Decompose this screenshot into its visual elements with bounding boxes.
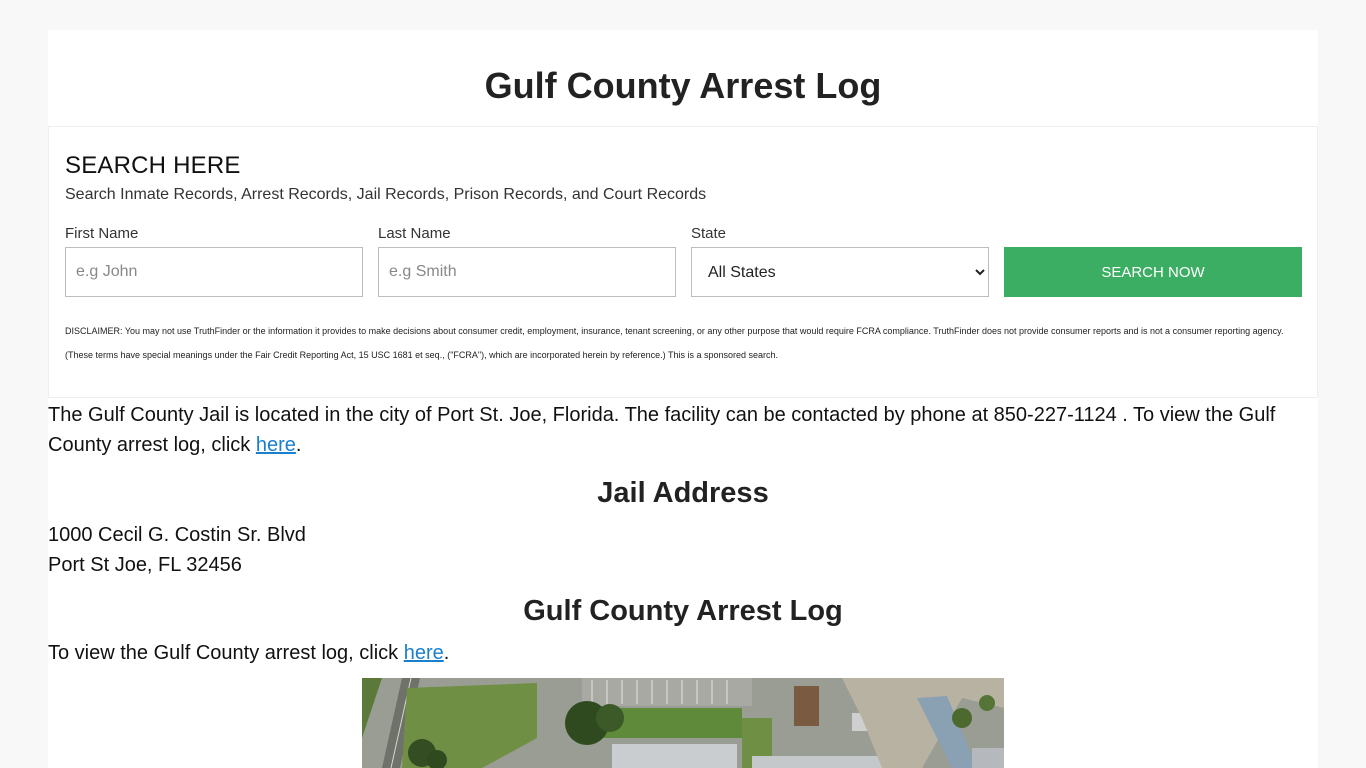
page-title: Gulf County Arrest Log — [484, 65, 882, 106]
disclaimer-text: DISCLAIMER: You may not use TruthFinder … — [65, 326, 1284, 360]
last-name-field: Last Name — [378, 225, 676, 297]
jail-address-heading: Jail Address — [597, 477, 769, 509]
last-name-label: Last Name — [378, 225, 451, 242]
address-block: 1000 Cecil G. Costin Sr. Blvd Port St Jo… — [48, 520, 1318, 580]
search-heading: SEARCH HERE — [65, 152, 241, 179]
main-content: The Gulf County Jail is located in the c… — [48, 400, 1318, 668]
last-name-input[interactable] — [378, 247, 676, 297]
search-widget: SEARCH HERE Search Inmate Records, Arres… — [48, 126, 1318, 398]
arrest-log-text: To view the Gulf County arrest log, clic… — [48, 642, 404, 664]
page-container: Gulf County Arrest Log SEARCH HERE Searc… — [48, 30, 1318, 768]
intro-text: The Gulf County Jail is located in the c… — [48, 404, 1276, 456]
address-line-1: 1000 Cecil G. Costin Sr. Blvd — [48, 524, 306, 546]
first-name-field: First Name — [65, 225, 363, 297]
search-subheading: Search Inmate Records, Arrest Records, J… — [65, 186, 707, 203]
state-select[interactable]: All States — [691, 247, 989, 297]
arrest-log-heading: Gulf County Arrest Log — [523, 595, 843, 627]
first-name-label: First Name — [65, 225, 139, 242]
arrest-log-text-end: . — [443, 642, 450, 664]
arrest-log-paragraph: To view the Gulf County arrest log, clic… — [48, 638, 1318, 668]
arrest-log-link-2[interactable]: here — [404, 642, 444, 664]
first-name-input[interactable] — [65, 247, 363, 297]
jail-aerial-image — [362, 678, 1004, 768]
search-now-button[interactable]: SEARCH NOW — [1004, 247, 1302, 297]
address-line-2: Port St Joe, FL 32456 — [48, 554, 242, 576]
state-label: State — [691, 225, 727, 242]
intro-text-end: . — [295, 434, 302, 456]
aerial-photo-illustration — [362, 678, 1004, 768]
arrest-log-link-1[interactable]: here — [256, 434, 296, 456]
state-field: State All States — [691, 225, 989, 297]
intro-paragraph: The Gulf County Jail is located in the c… — [48, 400, 1318, 460]
